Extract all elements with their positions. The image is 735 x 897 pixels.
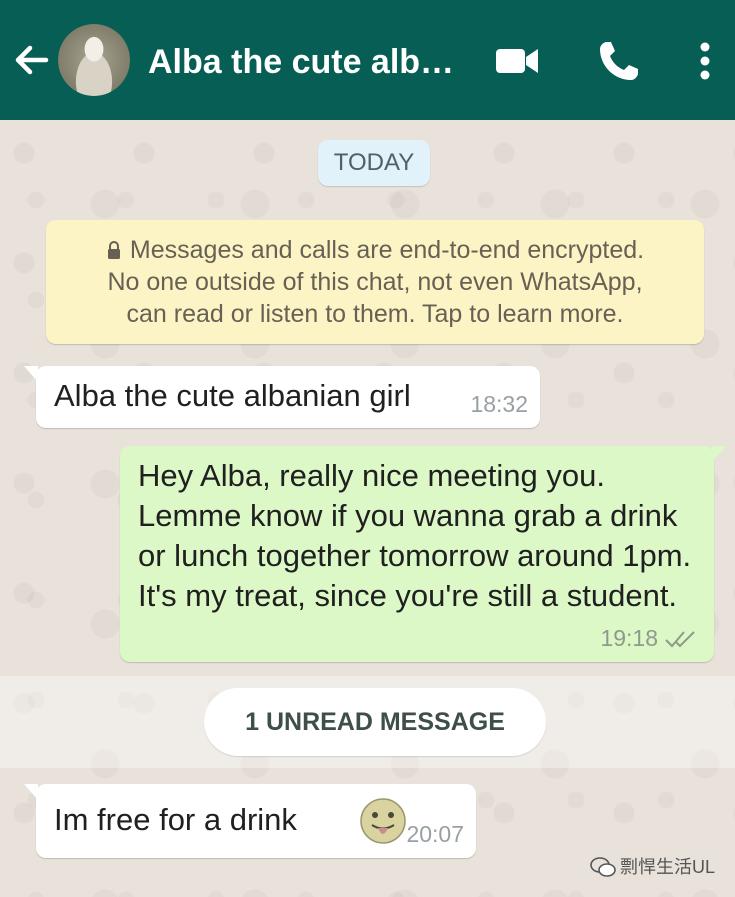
- incoming-message[interactable]: Im free for a drink 20:07: [24, 784, 476, 858]
- video-camera-icon[interactable]: [492, 36, 542, 86]
- contact-name[interactable]: Alba the cute alb…: [148, 38, 468, 86]
- phone-icon[interactable]: [594, 36, 644, 86]
- encryption-notice-line-2: No one outside of this chat, not even Wh…: [107, 268, 643, 296]
- incoming-message[interactable]: Alba the cute albanian girl 18:32: [24, 366, 540, 428]
- message-time: 19:18: [600, 625, 658, 651]
- watermark-text: 剽悍生活UL: [620, 857, 716, 877]
- bubble-tail: [24, 784, 38, 800]
- arrow-left-icon[interactable]: [10, 38, 54, 82]
- message-time: 18:32: [470, 391, 528, 417]
- bubble-tail: [24, 366, 38, 382]
- encryption-notice-line-3: can read or listen to them. Tap to learn…: [126, 300, 624, 328]
- more-vertical-icon[interactable]: [682, 36, 728, 86]
- message-text: Im free for a drink: [54, 802, 297, 837]
- bubble-tail: [712, 446, 726, 462]
- encryption-notice[interactable]: Messages and calls are end-to-end encryp…: [46, 220, 704, 344]
- outgoing-message[interactable]: Hey Alba, really nice meeting you. Lemme…: [120, 446, 726, 662]
- lock-icon: [106, 236, 122, 259]
- unread-divider: 1 UNREAD MESSAGE: [204, 688, 546, 756]
- message-text: Alba the cute albanian girl: [54, 378, 411, 413]
- tongue-out-face-icon: [358, 796, 408, 846]
- wechat-logo-icon: [590, 856, 616, 878]
- chat-header: Alba the cute alb…: [0, 0, 735, 120]
- avatar[interactable]: [58, 24, 130, 96]
- double-check-icon: [664, 628, 700, 650]
- watermark: 剽悍生活UL: [590, 852, 730, 882]
- message-time: 20:07: [406, 821, 464, 847]
- encryption-notice-line-1: Messages and calls are end-to-end encryp…: [46, 234, 704, 266]
- message-text: Hey Alba, really nice meeting you. Lemme…: [138, 458, 692, 613]
- date-divider: TODAY: [318, 140, 430, 186]
